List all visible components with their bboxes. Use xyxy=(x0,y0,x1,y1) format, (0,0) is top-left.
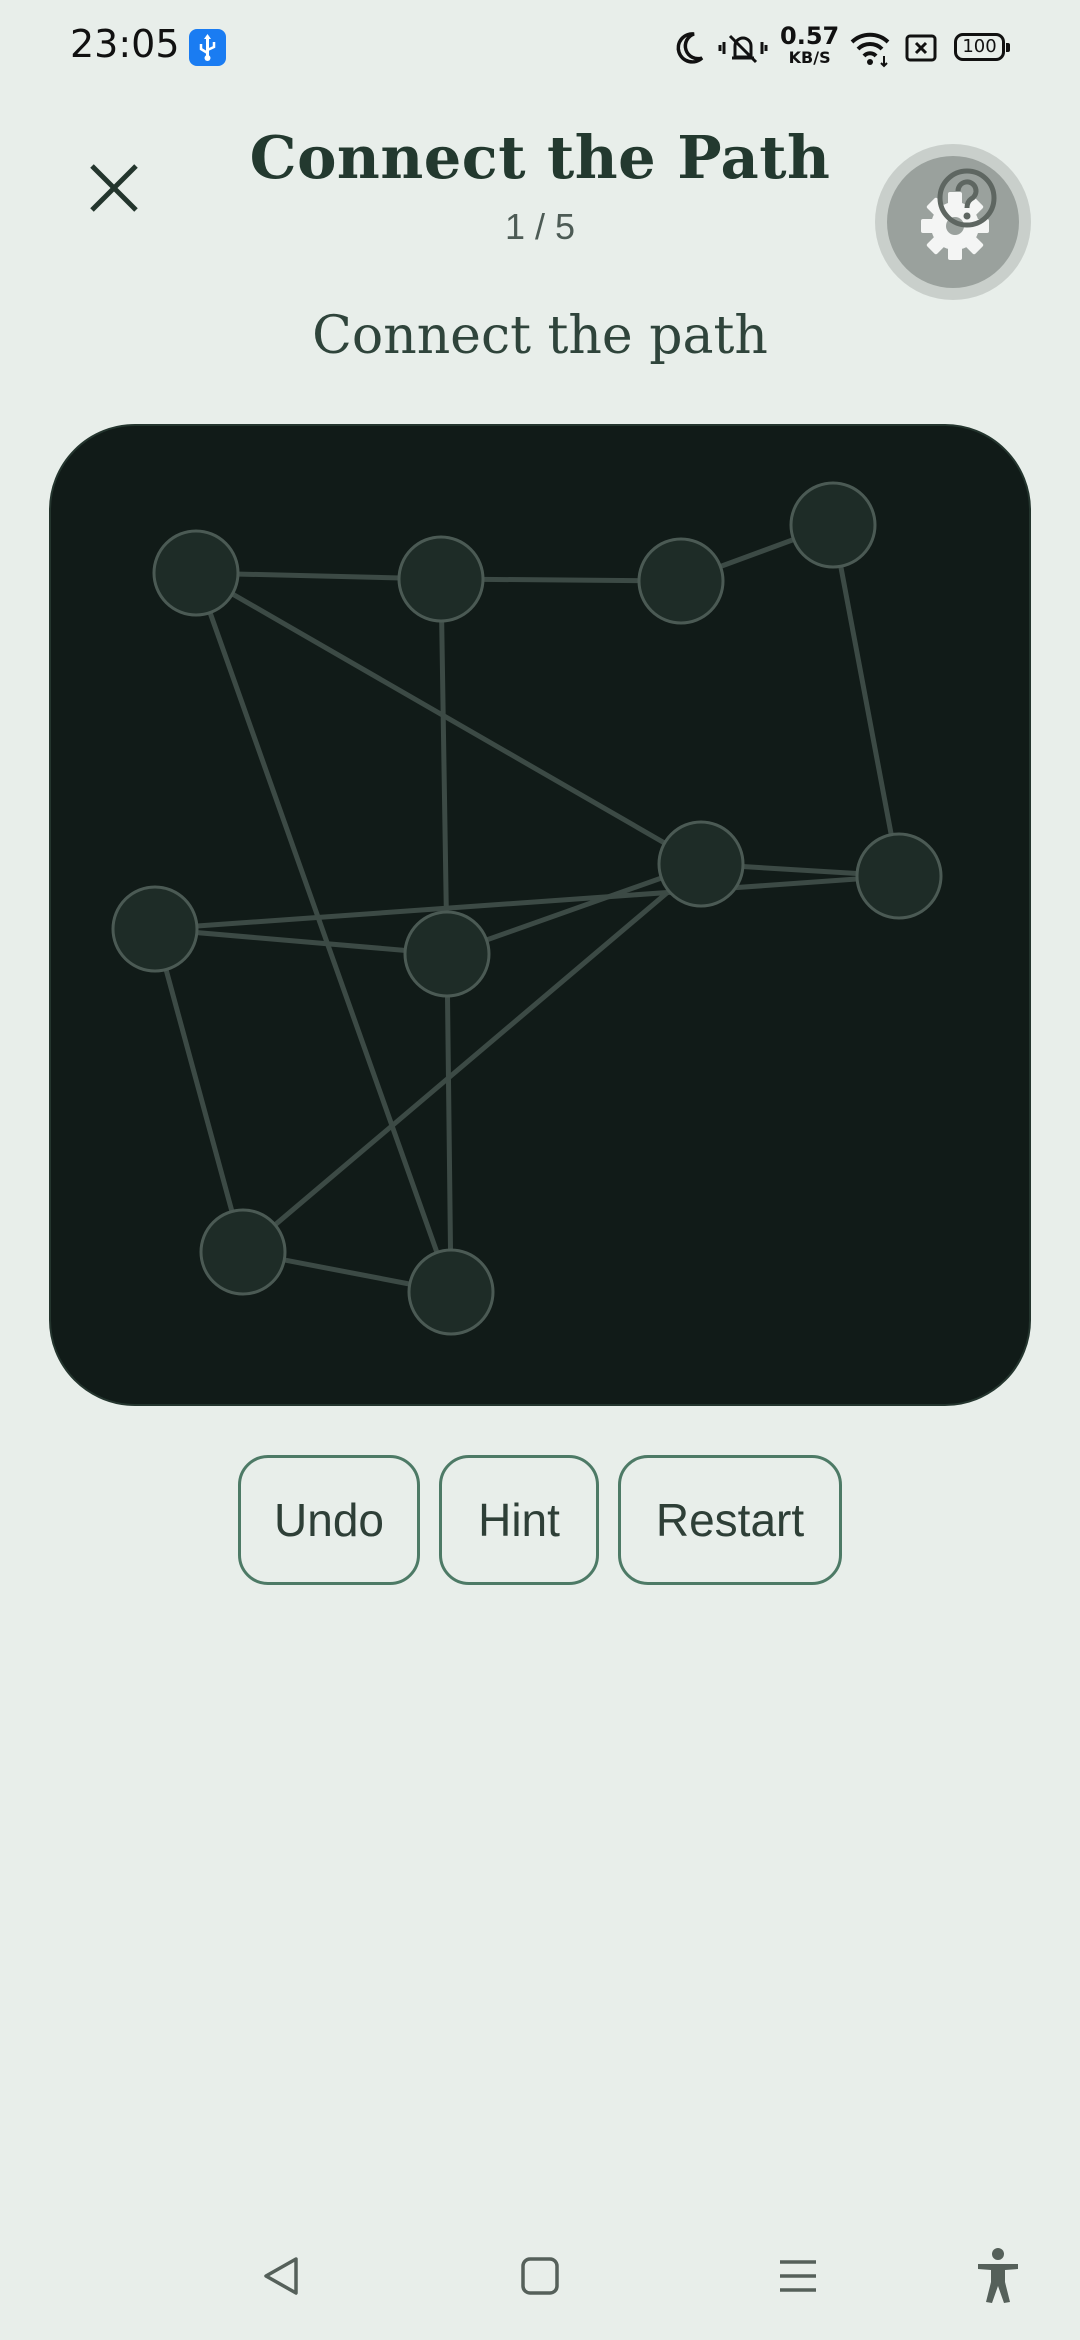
help-settings-icon xyxy=(921,168,997,260)
graph-node[interactable] xyxy=(152,529,240,617)
puzzle-graph xyxy=(111,481,943,1336)
nodes xyxy=(111,481,943,1336)
edge xyxy=(438,576,450,957)
battery-icon: 100 xyxy=(954,33,1010,61)
graph-node[interactable] xyxy=(397,535,485,623)
graph-node[interactable] xyxy=(657,820,745,908)
net-speed-unit: KB/S xyxy=(788,48,831,67)
edge xyxy=(830,522,902,879)
edge xyxy=(152,873,902,932)
net-speed: 0.57 KB/S xyxy=(780,24,839,66)
help-settings-button[interactable] xyxy=(875,144,1031,300)
game-controls: Undo Hint Restart xyxy=(0,1455,1080,1585)
graph-node[interactable] xyxy=(403,910,491,998)
puzzle-prompt: Connect the path xyxy=(312,306,768,366)
wifi-icon xyxy=(850,32,890,68)
vibrate-off-icon xyxy=(718,34,768,64)
graph-node[interactable] xyxy=(199,1208,287,1296)
graph-node[interactable] xyxy=(855,832,943,920)
hint-button[interactable]: Hint xyxy=(439,1455,599,1585)
edge xyxy=(152,926,246,1255)
home-icon[interactable] xyxy=(514,2250,566,2302)
navigation-bar xyxy=(0,2230,1080,2340)
graph-node[interactable] xyxy=(407,1248,495,1336)
status-icons: 0.57 KB/S 100 xyxy=(0,0,1080,96)
puzzle-board[interactable] xyxy=(49,424,1031,1406)
restart-button[interactable]: Restart xyxy=(618,1455,842,1585)
edge xyxy=(152,926,450,957)
net-speed-value: 0.57 xyxy=(780,22,840,50)
sim-off-icon xyxy=(905,34,937,62)
accessibility-icon[interactable] xyxy=(972,2246,1024,2306)
status-bar: 23:05 0.57 KB/S 100 xyxy=(0,0,1080,96)
graph-node[interactable] xyxy=(111,885,199,973)
recents-icon[interactable] xyxy=(772,2250,824,2302)
edge xyxy=(444,951,454,1295)
graph-node[interactable] xyxy=(789,481,877,569)
undo-button[interactable]: Undo xyxy=(238,1455,420,1585)
edges xyxy=(152,522,902,1295)
graph-node[interactable] xyxy=(637,537,725,625)
back-icon[interactable] xyxy=(256,2250,308,2302)
moon-icon xyxy=(676,32,704,64)
